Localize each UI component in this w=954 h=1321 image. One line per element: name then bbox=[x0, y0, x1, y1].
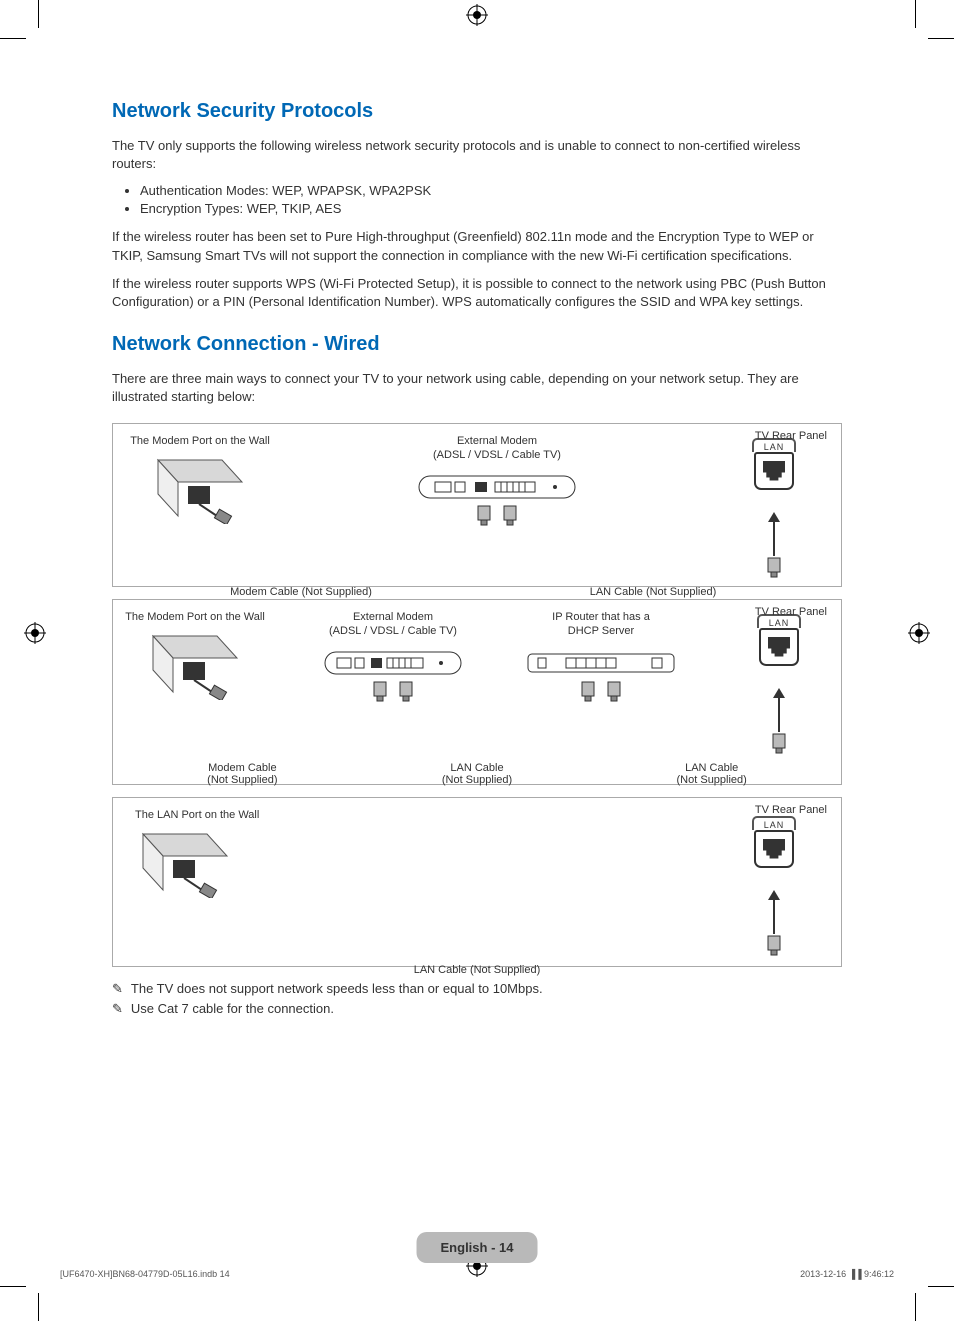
footer-filename: [UF6470-XH]BN68-04779D-05L16.indb 14 bbox=[60, 1269, 230, 1279]
arrow-stem bbox=[778, 698, 780, 732]
cable-label: LAN Cable (Not Supplied) bbox=[477, 586, 829, 598]
wall-port-icon bbox=[145, 628, 245, 700]
paragraph: The TV only supports the following wirel… bbox=[112, 137, 842, 173]
bullet-list: Authentication Modes: WEP, WPAPSK, WPA2P… bbox=[112, 183, 842, 216]
arrow-stem bbox=[773, 900, 775, 934]
cable-label: LAN Cable (Not Supplied) bbox=[125, 964, 829, 976]
wall-port-icon bbox=[135, 826, 235, 898]
lan-port-icon: LAN bbox=[744, 816, 804, 880]
paragraph: There are three main ways to connect you… bbox=[112, 370, 842, 406]
lan-port-icon: LAN bbox=[749, 614, 809, 678]
registration-mark-icon bbox=[466, 4, 488, 26]
list-item: Authentication Modes: WEP, WPAPSK, WPA2P… bbox=[140, 183, 842, 198]
registration-mark-icon bbox=[908, 622, 930, 644]
cable-label: LAN Cable(Not Supplied) bbox=[360, 762, 595, 786]
external-modem-label: External Modem (ADSL / VDSL / Cable TV) bbox=[329, 610, 457, 639]
wall-port-icon bbox=[150, 452, 250, 524]
page-footer-pill: English - 14 bbox=[417, 1232, 538, 1263]
ip-router-label: IP Router that has a DHCP Server bbox=[552, 610, 650, 639]
tv-rear-panel-label: TV Rear Panel bbox=[755, 430, 827, 442]
lan-port-icon: LAN bbox=[744, 438, 804, 502]
diagram-wired-2: TV Rear Panel The Modem Port on the Wall bbox=[112, 599, 842, 785]
wall-port-label: The Modem Port on the Wall bbox=[125, 610, 265, 624]
cable-label: Modem Cable(Not Supplied) bbox=[125, 762, 360, 786]
arrow-up-icon bbox=[768, 890, 780, 900]
note-icon: ✎ bbox=[112, 1001, 123, 1018]
arrow-up-icon bbox=[773, 688, 785, 698]
wall-port-label: The Modem Port on the Wall bbox=[130, 434, 270, 448]
note-icon: ✎ bbox=[112, 981, 123, 998]
cable-connector-icon bbox=[397, 680, 415, 702]
cable-label: Modem Cable (Not Supplied) bbox=[125, 586, 477, 598]
tv-rear-panel-label: TV Rear Panel bbox=[755, 804, 827, 816]
wall-port-label: The LAN Port on the Wall bbox=[135, 808, 259, 822]
arrow-stem bbox=[773, 522, 775, 556]
paragraph: If the wireless router supports WPS (Wi-… bbox=[112, 275, 842, 311]
tv-rear-panel-label: TV Rear Panel bbox=[755, 606, 827, 618]
cable-connector-icon bbox=[475, 504, 493, 526]
note-text: The TV does not support network speeds l… bbox=[131, 981, 543, 996]
cable-connector-icon bbox=[765, 556, 783, 578]
registration-mark-icon bbox=[24, 622, 46, 644]
router-icon bbox=[526, 642, 676, 682]
arrow-up-icon bbox=[768, 512, 780, 522]
cable-connector-icon bbox=[765, 934, 783, 956]
diagram-wired-3: TV Rear Panel The LAN Port on the Wall bbox=[112, 797, 842, 967]
paragraph: If the wireless router has been set to P… bbox=[112, 228, 842, 264]
cable-connector-icon bbox=[770, 732, 788, 754]
list-item: Encryption Types: WEP, TKIP, AES bbox=[140, 201, 842, 216]
cable-connector-icon bbox=[605, 680, 623, 702]
cable-label: LAN Cable(Not Supplied) bbox=[594, 762, 829, 786]
cable-connector-icon bbox=[501, 504, 519, 526]
notes-block: ✎ The TV does not support network speeds… bbox=[112, 981, 842, 1019]
note-text: Use Cat 7 cable for the connection. bbox=[131, 1001, 334, 1016]
diagram-wired-1: TV Rear Panel The Modem Port on the Wall bbox=[112, 423, 842, 587]
external-modem-label: External Modem (ADSL / VDSL / Cable TV) bbox=[433, 434, 561, 463]
lan-tag-label: LAN bbox=[752, 816, 797, 830]
footer-timestamp: 2013-12-16 ▐▐ 9:46:12 bbox=[800, 1269, 894, 1279]
cable-connector-icon bbox=[371, 680, 389, 702]
modem-icon bbox=[323, 642, 463, 682]
heading-security-protocols: Network Security Protocols bbox=[112, 100, 842, 123]
heading-network-wired: Network Connection - Wired bbox=[112, 333, 842, 356]
cable-connector-icon bbox=[579, 680, 597, 702]
modem-icon bbox=[417, 466, 577, 506]
